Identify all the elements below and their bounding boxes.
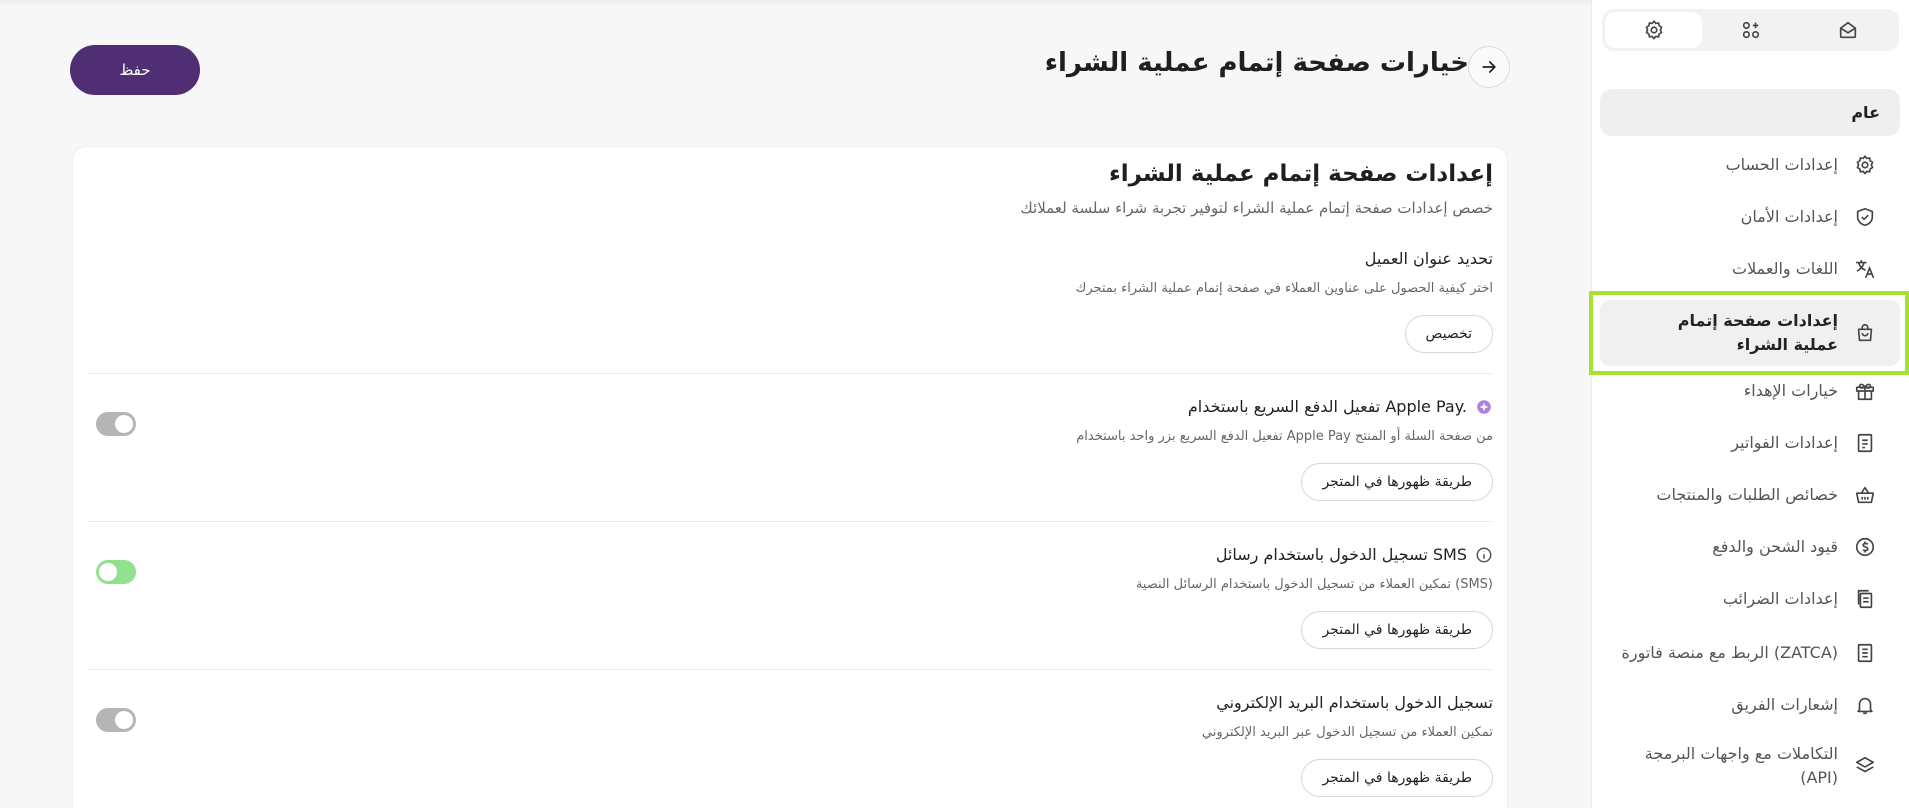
- sidebar-item-label: إعدادات صفحة إتمام عملية الشراء: [1677, 311, 1838, 354]
- setting-desc-customer-address: اختر كيفية الحصول على عناوين العملاء في …: [1075, 281, 1493, 296]
- sidebar-item-label: إعدادات الحساب: [1725, 155, 1838, 174]
- sidebar-item-shipping-payment-restrictions[interactable]: قيود الشحن والدفع: [1600, 530, 1900, 564]
- info-icon[interactable]: [1475, 546, 1493, 564]
- apple-pay-toggle[interactable]: [96, 412, 136, 436]
- sms-login-preview-button[interactable]: طريقة ظهورها في المتجر: [1301, 611, 1493, 649]
- email-login-preview-button[interactable]: طريقة ظهورها في المتجر: [1301, 759, 1493, 797]
- sidebar-item-label: التكاملات مع واجهات البرمجة (API): [1644, 744, 1838, 787]
- page-title: خيارات صفحة إتمام عملية الشراء: [1044, 48, 1469, 78]
- layers-icon: [1852, 753, 1878, 779]
- sidebar-item-gift-options[interactable]: خيارات الإهداء: [1600, 374, 1900, 408]
- sidebar-item-label: الربط مع منصة فاتورة (ZATCA): [1621, 643, 1838, 662]
- sidebar-item-label: إعدادات الضرائب: [1722, 589, 1838, 608]
- setting-title-apple-pay: تفعيل الدفع السريع باستخدام Apple Pay.: [1188, 397, 1493, 416]
- sidebar-item-api-integrations[interactable]: التكاملات مع واجهات البرمجة (API): [1600, 740, 1900, 792]
- sidebar-item-label: اللغات والعملات: [1732, 259, 1838, 278]
- setting-title-sms-login: تسجيل الدخول باستخدام رسائل SMS: [1216, 545, 1493, 564]
- card-title: إعدادات صفحة إتمام عملية الشراء: [1108, 161, 1493, 187]
- sidebar-tabs: [1602, 9, 1899, 51]
- sidebar-item-tax-settings[interactable]: إعدادات الضرائب: [1600, 582, 1900, 616]
- sidebar-item-invoice-settings[interactable]: إعدادات الفواتير: [1600, 426, 1900, 460]
- translate-icon: [1852, 256, 1878, 282]
- shield-icon: [1852, 204, 1878, 230]
- divider: [87, 521, 1493, 522]
- sidebar-item-account-settings[interactable]: إعدادات الحساب: [1600, 148, 1900, 182]
- sidebar-item-label: خصائص الطلبات والمنتجات: [1656, 485, 1838, 504]
- customize-button[interactable]: تخصيص: [1404, 315, 1493, 353]
- settings-sidebar: عام إعدادات الحساب إعدادات الأمان اللغات…: [1591, 0, 1909, 808]
- tab-home[interactable]: [1799, 12, 1896, 48]
- apple-pay-preview-button[interactable]: طريقة ظهورها في المتجر: [1301, 463, 1493, 501]
- divider: [87, 669, 1493, 670]
- sms-login-toggle[interactable]: [96, 560, 136, 584]
- sidebar-section-general[interactable]: عام: [1600, 89, 1900, 136]
- email-login-toggle[interactable]: [96, 708, 136, 732]
- sparkle-badge-icon: [1477, 399, 1491, 414]
- back-button[interactable]: [1468, 46, 1510, 88]
- document-icon: [1852, 640, 1878, 666]
- setting-title-customer-address: تحديد عنوان العميل: [1365, 249, 1493, 268]
- setting-title-email-login: تسجيل الدخول باستخدام البريد الإلكتروني: [1216, 693, 1493, 712]
- divider: [87, 373, 1493, 374]
- arrow-right-icon: [1482, 61, 1496, 73]
- basket-icon: [1852, 482, 1878, 508]
- sidebar-item-checkout-settings[interactable]: إعدادات صفحة إتمام عملية الشراء: [1600, 300, 1900, 366]
- sidebar-item-security-settings[interactable]: إعدادات الأمان: [1600, 200, 1900, 234]
- sidebar-item-languages-currencies[interactable]: اللغات والعملات: [1600, 252, 1900, 286]
- apps-icon: [1742, 21, 1759, 39]
- sidebar-item-label: إعدادات الفواتير: [1731, 433, 1838, 452]
- invoice-icon: [1852, 430, 1878, 456]
- save-button[interactable]: حفظ: [70, 45, 200, 95]
- sidebar-item-label: قيود الشحن والدفع: [1712, 537, 1838, 556]
- tab-settings[interactable]: [1605, 12, 1702, 48]
- tab-apps[interactable]: [1702, 12, 1799, 48]
- setting-title-text: تحديد عنوان العميل: [1364, 249, 1493, 268]
- checkout-settings-card: إعدادات صفحة إتمام عملية الشراء خصص إعدا…: [72, 146, 1508, 808]
- sidebar-item-label: خيارات الإهداء: [1743, 381, 1838, 400]
- card-subtitle: خصص إعدادات صفحة إتمام عملية الشراء لتوف…: [1020, 199, 1493, 217]
- gear-icon: [1644, 20, 1663, 40]
- top-shadow: [0, 0, 1591, 6]
- sidebar-item-label: إشعارات الفريق: [1731, 695, 1838, 714]
- sidebar-item-orders-products[interactable]: خصائص الطلبات والمنتجات: [1600, 478, 1900, 512]
- sidebar-item-team-notifications[interactable]: إشعارات الفريق: [1600, 688, 1900, 722]
- bell-icon: [1852, 692, 1878, 718]
- coin-icon: [1852, 534, 1878, 560]
- setting-desc-email-login: تمكين العملاء من تسجيل الدخول عبر البريد…: [1201, 725, 1493, 740]
- sidebar-item-zatca[interactable]: الربط مع منصة فاتورة (ZATCA): [1600, 636, 1900, 670]
- sidebar-item-label: إعدادات الأمان: [1740, 207, 1838, 226]
- setting-title-text: تفعيل الدفع السريع باستخدام Apple Pay.: [1187, 397, 1467, 416]
- tax-icon: [1852, 586, 1878, 612]
- home-icon: [1839, 21, 1856, 39]
- gift-icon: [1852, 378, 1878, 404]
- gear-icon: [1852, 152, 1878, 178]
- setting-desc-sms-login: تمكين العملاء من تسجيل الدخول باستخدام ا…: [1135, 577, 1493, 592]
- setting-title-text: تسجيل الدخول باستخدام البريد الإلكتروني: [1216, 693, 1493, 712]
- setting-title-text: تسجيل الدخول باستخدام رسائل SMS: [1215, 545, 1467, 564]
- setting-desc-apple-pay: تفعيل الدفع السريع بزر واحد باستخدام App…: [1076, 429, 1493, 444]
- bag-icon: [1852, 320, 1878, 346]
